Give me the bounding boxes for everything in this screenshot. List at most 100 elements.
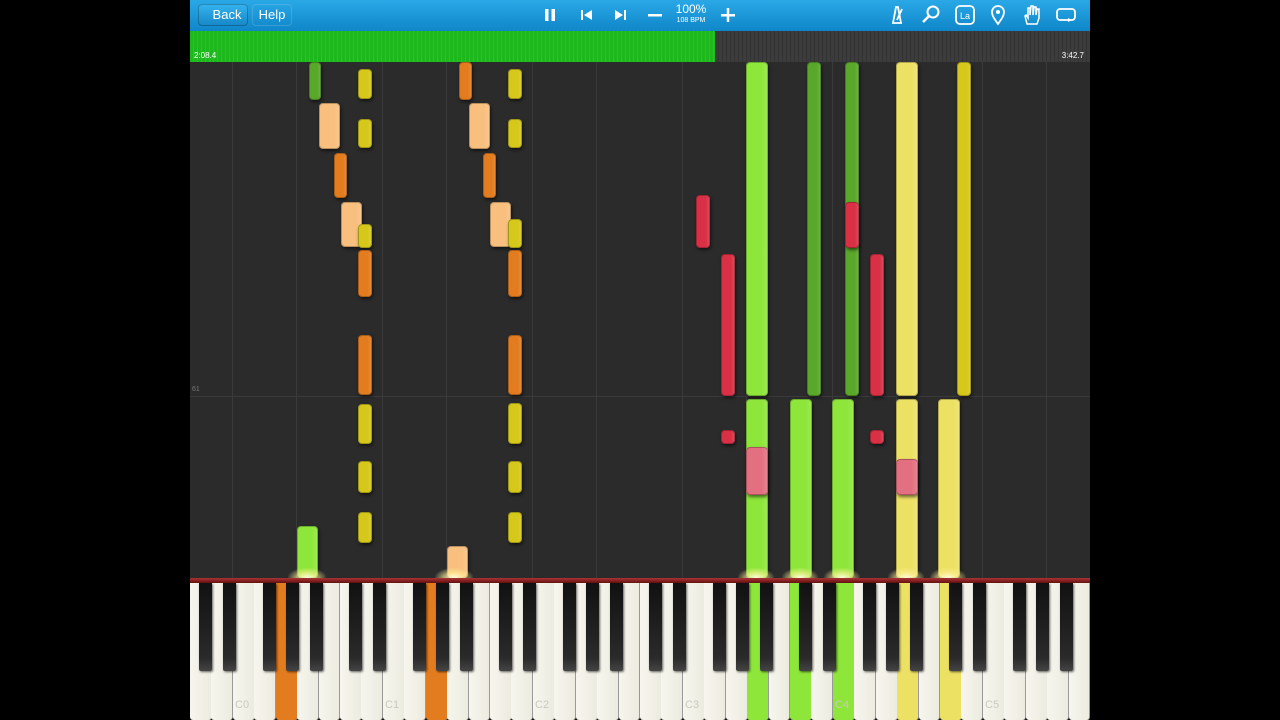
falling-note xyxy=(508,461,522,493)
grid-line xyxy=(596,62,597,578)
falling-note xyxy=(957,62,971,396)
falling-note xyxy=(870,254,884,396)
black-key[interactable] xyxy=(863,583,877,671)
black-key[interactable] xyxy=(436,583,450,671)
song-progress-bar[interactable]: 2:08.4 3:42.7 xyxy=(190,31,1090,62)
metronome-icon[interactable] xyxy=(885,4,909,26)
falling-note xyxy=(508,512,522,543)
octave-label: C4 xyxy=(835,699,850,711)
falling-note xyxy=(508,119,522,148)
black-key[interactable] xyxy=(972,583,987,671)
black-key[interactable] xyxy=(713,583,727,671)
synthesia-app: Back Help 100% 108 BPM La 2:08.4 3:42.7 … xyxy=(190,0,1090,720)
black-key[interactable] xyxy=(413,583,427,671)
falling-note xyxy=(358,335,372,395)
black-key[interactable] xyxy=(372,583,387,671)
hit-sparkle xyxy=(824,568,860,578)
tempo-percent: 100% xyxy=(675,2,707,16)
plus-icon[interactable] xyxy=(716,4,740,26)
label-icon[interactable]: La xyxy=(953,4,977,26)
black-key[interactable] xyxy=(263,583,277,671)
black-key[interactable] xyxy=(609,583,624,671)
black-key[interactable] xyxy=(309,583,324,671)
falling-note xyxy=(358,119,372,148)
black-key[interactable] xyxy=(586,583,600,671)
back-button[interactable]: Back xyxy=(198,4,248,26)
falling-note xyxy=(309,62,321,100)
hit-sparkle xyxy=(738,568,774,578)
hit-sparkle xyxy=(930,568,966,578)
loop-icon[interactable] xyxy=(1054,4,1078,26)
black-key[interactable] xyxy=(1013,583,1027,671)
falling-note xyxy=(721,254,735,396)
black-key[interactable] xyxy=(222,583,237,671)
falling-note xyxy=(508,250,522,297)
falling-note xyxy=(358,250,372,297)
black-key[interactable] xyxy=(672,583,687,671)
rewind-icon[interactable] xyxy=(575,4,599,26)
black-key[interactable] xyxy=(1059,583,1074,671)
grid-line xyxy=(296,62,297,578)
black-key[interactable] xyxy=(909,583,924,671)
falling-note xyxy=(459,62,472,100)
black-key[interactable] xyxy=(459,583,474,671)
hit-sparkle xyxy=(288,568,326,578)
falling-note xyxy=(508,335,522,395)
piano-keyboard[interactable]: C0 C1 C2 C3 C4 C5 xyxy=(190,578,1090,720)
hit-sparkle xyxy=(888,568,924,578)
falling-note xyxy=(807,62,821,396)
black-key[interactable] xyxy=(759,583,774,671)
marker-icon[interactable] xyxy=(986,4,1010,26)
falling-note xyxy=(358,224,372,248)
zoom-icon[interactable] xyxy=(919,4,943,26)
falling-note xyxy=(358,404,372,444)
black-key[interactable] xyxy=(286,583,300,671)
octave-label: C3 xyxy=(685,699,700,711)
grid-line xyxy=(446,62,447,578)
hand-icon[interactable] xyxy=(1020,4,1044,26)
elapsed-time: 2:08.4 xyxy=(194,51,217,60)
measure-number: 61 xyxy=(192,386,200,393)
progress-fill xyxy=(190,31,715,62)
help-button[interactable]: Help xyxy=(252,4,292,26)
falling-notes-area: 61 xyxy=(190,62,1090,578)
falling-note xyxy=(832,399,854,578)
falling-note xyxy=(746,62,768,396)
black-key[interactable] xyxy=(886,583,900,671)
falling-note xyxy=(721,430,735,444)
hit-sparkle xyxy=(435,568,473,578)
black-key[interactable] xyxy=(199,583,213,671)
hit-sparkle xyxy=(782,568,818,578)
pause-icon[interactable] xyxy=(538,4,562,26)
forward-icon[interactable] xyxy=(608,4,632,26)
falling-note xyxy=(790,399,812,578)
black-key[interactable] xyxy=(736,583,750,671)
grid-line xyxy=(382,62,383,578)
black-key[interactable] xyxy=(522,583,537,671)
falling-note xyxy=(358,461,372,493)
grid-line xyxy=(532,62,533,578)
black-key[interactable] xyxy=(949,583,963,671)
falling-note xyxy=(870,430,884,444)
measure-line xyxy=(190,396,1090,397)
black-key[interactable] xyxy=(563,583,577,671)
tempo-display: 100% 108 BPM xyxy=(668,3,714,25)
tempo-bpm: 108 BPM xyxy=(676,17,706,24)
falling-note xyxy=(508,219,522,248)
falling-note xyxy=(508,69,522,99)
falling-note xyxy=(845,202,859,248)
black-key[interactable] xyxy=(349,583,363,671)
octave-label: C0 xyxy=(235,699,250,711)
falling-note xyxy=(938,399,960,578)
grid-line xyxy=(982,62,983,578)
falling-note xyxy=(746,447,768,495)
black-key[interactable] xyxy=(499,583,513,671)
toolbar: Back Help 100% 108 BPM La xyxy=(190,0,1090,32)
falling-note xyxy=(319,103,340,149)
minus-icon[interactable] xyxy=(643,4,667,26)
octave-label: C5 xyxy=(985,699,1000,711)
black-key[interactable] xyxy=(1036,583,1050,671)
black-key[interactable] xyxy=(822,583,837,671)
black-key[interactable] xyxy=(799,583,813,671)
black-key[interactable] xyxy=(649,583,663,671)
